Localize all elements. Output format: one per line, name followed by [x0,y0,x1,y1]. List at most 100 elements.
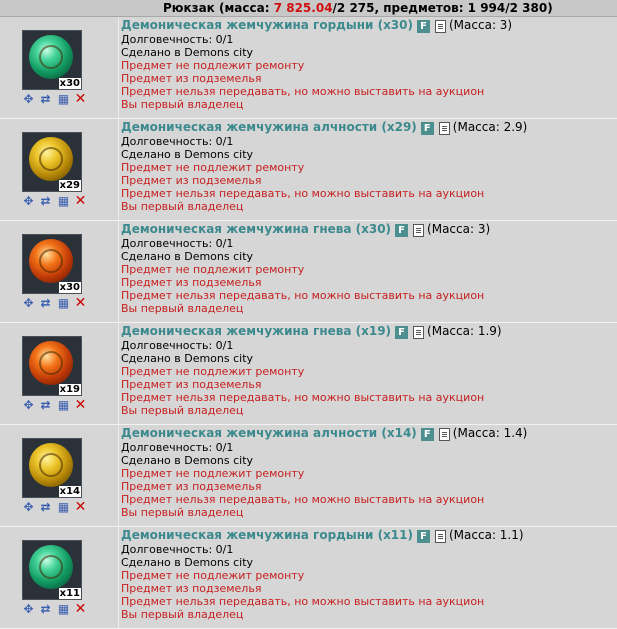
grid-icon[interactable]: ▦ [57,297,70,310]
delete-icon[interactable]: ✕ [74,194,87,208]
document-icon[interactable] [435,19,446,33]
document-icon[interactable] [413,223,425,237]
item-title-line: Демоническая жемчужина гнева (x30) F (Масс… [121,222,617,237]
swap-icon[interactable]: ⇄ [39,501,52,514]
f-badge[interactable]: F [417,19,430,33]
inventory-list: x30 ✥ ⇄ ▦ ✕ Демоническая жемчужина горды… [0,17,617,629]
item-left-cell: x29 ✥ ⇄ ▦ ✕ [0,119,119,220]
item-quantity-badge: x30 [58,78,81,89]
inventory-item-row: x30 ✥ ⇄ ▦ ✕ Демоническая жемчужина горды… [0,17,617,119]
item-made-in: Сделано в Demons city [121,250,254,263]
demon-sigil-icon [39,453,63,477]
swap-icon[interactable]: ⇄ [39,195,52,208]
item-no-repair: Предмет не подлежит ремонту [121,59,305,72]
item-title-line: Демоническая жемчужина гордыни (x30) F (Ма… [121,18,617,33]
item-mass: (Масса: 3) [449,18,513,32]
item-left-cell: x14 ✥ ⇄ ▦ ✕ [0,425,119,526]
pearl-orb-icon [29,239,73,283]
item-title-link[interactable]: Демоническая жемчужина гнева (x30) [121,222,391,236]
item-left-cell: x30 ✥ ⇄ ▦ ✕ [0,17,119,118]
item-title-link[interactable]: Демоническая жемчужина гнева (x19) [121,324,391,338]
item-made-in: Сделано в Demons city [121,556,254,569]
swap-icon[interactable]: ⇄ [39,399,52,412]
f-badge[interactable]: F [395,325,409,339]
inventory-item-row: x19 ✥ ⇄ ▦ ✕ Демоническая жемчужина гнева… [0,323,617,425]
item-durability: Долговечность: 0/1 [121,33,234,46]
wrench-icon[interactable]: ✥ [22,501,35,514]
pearl-orb-icon [29,35,73,79]
item-image[interactable]: x29 [22,132,82,192]
item-actions: ✥ ⇄ ▦ ✕ [22,500,92,515]
item-from-dungeon: Предмет из подземелья [121,378,262,391]
delete-icon[interactable]: ✕ [74,92,87,106]
inventory-item-row: x29 ✥ ⇄ ▦ ✕ Демоническая жемчужина алчно… [0,119,617,221]
item-title-link[interactable]: Демоническая жемчужина алчности (x29) [121,120,417,134]
document-icon[interactable] [438,121,450,135]
grid-icon[interactable]: ▦ [57,399,70,412]
item-title-link[interactable]: Демоническая жемчужина гордыни (x30) [121,18,413,32]
item-quantity-badge: x14 [58,486,81,497]
item-title-line: Демоническая жемчужина алчности (x14) F (М… [121,426,617,441]
item-actions: ✥ ⇄ ▦ ✕ [22,296,92,311]
document-icon[interactable] [435,529,446,543]
delete-icon[interactable]: ✕ [74,296,87,310]
item-durability: Долговечность: 0/1 [121,543,234,556]
delete-icon[interactable]: ✕ [74,602,87,616]
item-durability: Долговечность: 0/1 [121,339,234,352]
wrench-icon[interactable]: ✥ [22,195,35,208]
item-first-owner: Вы первый владелец [121,608,244,621]
swap-icon[interactable]: ⇄ [39,93,52,106]
item-quantity-badge: x29 [58,180,81,191]
f-badge[interactable]: F [417,529,430,543]
wrench-icon[interactable]: ✥ [22,93,35,106]
item-details: Демоническая жемчужина алчности (x29) F (М… [121,120,617,213]
backpack-header: Рюкзак (масса: 7 825.04/2 275, предметов… [0,0,617,17]
item-image[interactable]: x14 [22,438,82,498]
item-image[interactable]: x30 [22,30,82,90]
demon-sigil-icon [39,351,63,375]
item-made-in: Сделано в Demons city [121,148,254,161]
item-image[interactable]: x30 [22,234,82,294]
item-actions: ✥ ⇄ ▦ ✕ [22,602,92,617]
inventory-item-row: x14 ✥ ⇄ ▦ ✕ Демоническая жемчужина алчно… [0,425,617,527]
item-title-line: Демоническая жемчужина гнева (x19) F (Масс… [121,324,617,339]
item-first-owner: Вы первый владелец [121,302,244,315]
item-mass: (Масса: 3) [427,222,491,236]
document-icon[interactable] [438,427,450,441]
f-badge[interactable]: F [395,223,409,237]
item-title-link[interactable]: Демоническая жемчужина алчности (x14) [121,426,417,440]
item-details: Демоническая жемчужина гнева (x30) F (Масс… [121,222,617,315]
item-from-dungeon: Предмет из подземелья [121,276,262,289]
item-details: Демоническая жемчужина гордыни (x30) F (Ма… [121,18,617,111]
swap-icon[interactable]: ⇄ [39,603,52,616]
pearl-orb-icon [29,545,73,589]
item-from-dungeon: Предмет из подземелья [121,72,262,85]
grid-icon[interactable]: ▦ [57,195,70,208]
delete-icon[interactable]: ✕ [74,500,87,514]
f-badge[interactable]: F [420,427,434,441]
item-details: Демоническая жемчужина гордыни (x11) F (Ма… [121,528,617,621]
item-quantity-badge: x30 [58,282,81,293]
wrench-icon[interactable]: ✥ [22,603,35,616]
grid-icon[interactable]: ▦ [57,93,70,106]
item-image[interactable]: x19 [22,336,82,396]
delete-icon[interactable]: ✕ [74,398,87,412]
inventory-item-row: x30 ✥ ⇄ ▦ ✕ Демоническая жемчужина гнева… [0,221,617,323]
document-icon[interactable] [413,325,425,339]
item-quantity-badge: x19 [58,384,81,395]
item-durability: Долговечность: 0/1 [121,441,234,454]
inventory-item-row: x11 ✥ ⇄ ▦ ✕ Демоническая жемчужина горды… [0,527,617,629]
grid-icon[interactable]: ▦ [57,603,70,616]
grid-icon[interactable]: ▦ [57,501,70,514]
swap-icon[interactable]: ⇄ [39,297,52,310]
item-from-dungeon: Предмет из подземелья [121,582,262,595]
header-rest: /2 275, предметов: 1 994/2 380) [332,1,553,15]
item-made-in: Сделано в Demons city [121,46,254,59]
item-image[interactable]: x11 [22,540,82,600]
item-no-transfer: Предмет нельзя передавать, но можно выст… [121,493,485,506]
wrench-icon[interactable]: ✥ [22,399,35,412]
item-title-link[interactable]: Демоническая жемчужина гордыни (x11) [121,528,413,542]
item-no-repair: Предмет не подлежит ремонту [121,263,305,276]
wrench-icon[interactable]: ✥ [22,297,35,310]
f-badge[interactable]: F [420,121,434,135]
